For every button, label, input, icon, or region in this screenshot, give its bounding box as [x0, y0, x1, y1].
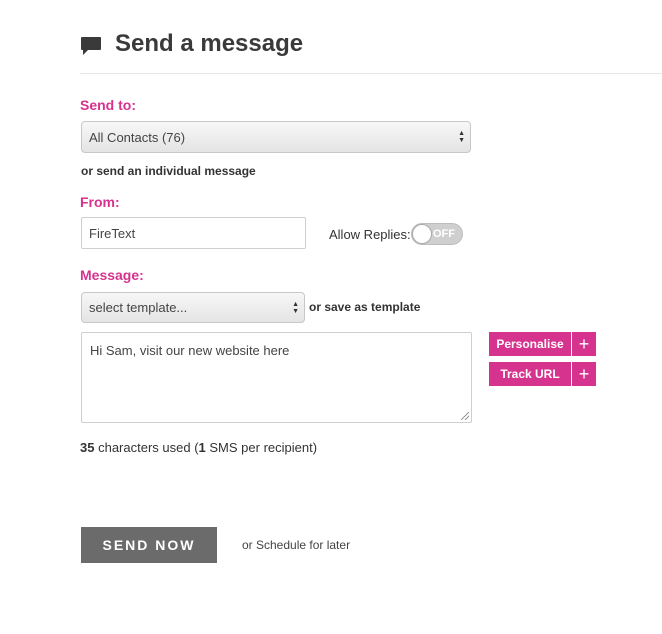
save-template-link[interactable]: or save as template [309, 300, 420, 314]
plus-icon[interactable]: + [572, 362, 596, 386]
chars-used-number: 35 [80, 440, 95, 455]
page-title: Send a message [115, 30, 304, 57]
header-divider [80, 73, 662, 74]
template-select[interactable]: select template... ▲ ▼ [81, 292, 305, 323]
track-url-button[interactable]: Track URL + [489, 362, 596, 386]
select-arrows-icon: ▲ ▼ [292, 300, 299, 315]
contacts-select[interactable]: All Contacts (76) ▲ ▼ [81, 121, 471, 153]
personalise-label: Personalise [489, 332, 571, 356]
toggle-knob [412, 224, 432, 244]
allow-replies-toggle[interactable]: OFF [411, 223, 463, 245]
personalise-button[interactable]: Personalise + [489, 332, 596, 356]
from-field[interactable]: FireText [81, 217, 306, 249]
message-textarea[interactable]: Hi Sam, visit our new website here [81, 332, 472, 423]
allow-replies-label: Allow Replies: [329, 227, 411, 242]
contacts-select-value: All Contacts (76) [89, 129, 186, 145]
send-to-label: Send to: [80, 97, 136, 113]
resize-handle-icon[interactable] [461, 412, 469, 420]
select-arrows-icon: ▲ ▼ [458, 130, 465, 144]
character-count: 35 characters used (1 SMS per recipient) [80, 440, 317, 455]
message-body-text: Hi Sam, visit our new website here [90, 343, 290, 358]
sms-count-text: SMS per recipient) [209, 440, 318, 455]
plus-icon[interactable]: + [572, 332, 596, 356]
toggle-state-text: OFF [433, 228, 455, 240]
track-url-label: Track URL [489, 362, 571, 386]
from-label: From: [80, 194, 120, 210]
from-field-value: FireText [89, 225, 136, 241]
send-now-button[interactable]: SEND NOW [81, 527, 217, 563]
message-label: Message: [80, 267, 144, 283]
schedule-later-link[interactable]: or Schedule for later [242, 538, 350, 552]
sms-count-number: 1 [198, 440, 206, 455]
template-select-value: select template... [89, 300, 188, 315]
individual-message-link[interactable]: or send an individual message [81, 164, 256, 178]
speech-bubble-icon [81, 37, 101, 55]
chars-used-text: characters used ( [98, 440, 199, 455]
